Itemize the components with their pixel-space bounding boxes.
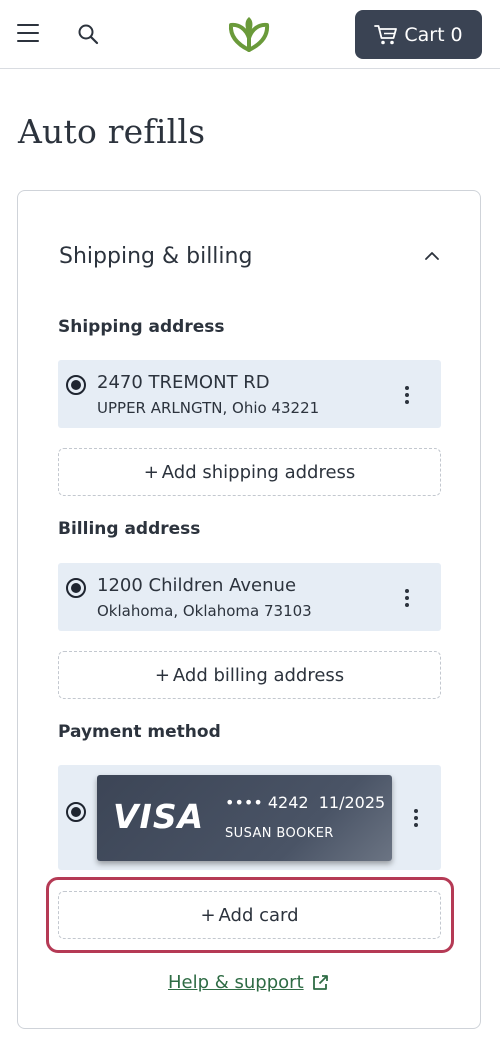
more-options-icon[interactable] bbox=[411, 809, 421, 829]
section-title[interactable]: Shipping & billing bbox=[59, 244, 252, 269]
chevron-up-icon[interactable] bbox=[424, 250, 440, 262]
more-options-icon[interactable] bbox=[402, 386, 412, 406]
add-card-label: Add card bbox=[218, 904, 299, 926]
visa-card[interactable]: VISA •••• 4242 11/2025 SUSAN BOOKER bbox=[97, 775, 392, 861]
shipping-line1: 2470 TREMONT RD bbox=[97, 372, 270, 393]
card-expiry: 11/2025 bbox=[318, 793, 386, 812]
page-title: Auto refills bbox=[18, 112, 206, 151]
external-link-icon bbox=[312, 974, 328, 990]
billing-address-label: Billing address bbox=[58, 519, 201, 539]
shipping-address-label: Shipping address bbox=[58, 317, 225, 337]
cart-button[interactable]: Cart 0 bbox=[355, 10, 482, 59]
cart-icon bbox=[374, 24, 398, 44]
card-number-expiry: •••• 4242 11/2025 bbox=[225, 793, 385, 812]
hamburger-menu-icon[interactable] bbox=[17, 24, 39, 42]
leaf-heart-logo[interactable] bbox=[227, 14, 271, 54]
help-support-label: Help & support bbox=[168, 972, 304, 993]
add-card-button[interactable]: + Add card bbox=[58, 891, 441, 939]
billing-radio[interactable] bbox=[66, 578, 86, 598]
more-options-icon[interactable] bbox=[402, 589, 412, 609]
card-number: •••• 4242 bbox=[225, 793, 309, 812]
billing-line1: 1200 Children Avenue bbox=[97, 575, 297, 596]
billing-line2: Oklahoma, Oklahoma 73103 bbox=[97, 602, 312, 620]
billing-address-option[interactable]: 1200 Children Avenue Oklahoma, Oklahoma … bbox=[58, 563, 441, 631]
add-billing-address-label: Add billing address bbox=[172, 664, 345, 686]
payment-radio[interactable] bbox=[66, 802, 86, 822]
shipping-line2: UPPER ARLNGTN, Ohio 43221 bbox=[97, 399, 320, 417]
cart-count: 0 bbox=[450, 23, 463, 46]
shipping-address-option[interactable]: 2470 TREMONT RD UPPER ARLNGTN, Ohio 4322… bbox=[58, 360, 441, 428]
add-shipping-address-button[interactable]: + Add shipping address bbox=[58, 448, 441, 496]
help-support-link[interactable]: Help & support bbox=[168, 972, 330, 993]
top-bar: Cart 0 bbox=[0, 0, 500, 69]
search-icon[interactable] bbox=[77, 23, 99, 45]
add-shipping-address-label: Add shipping address bbox=[161, 461, 356, 483]
shipping-radio[interactable] bbox=[66, 375, 86, 395]
cart-label: Cart bbox=[404, 23, 445, 46]
card-brand-logo: VISA bbox=[113, 797, 205, 836]
card-holder: SUSAN BOOKER bbox=[225, 826, 334, 841]
add-billing-address-button[interactable]: + Add billing address bbox=[58, 651, 441, 699]
payment-method-label: Payment method bbox=[58, 722, 221, 742]
